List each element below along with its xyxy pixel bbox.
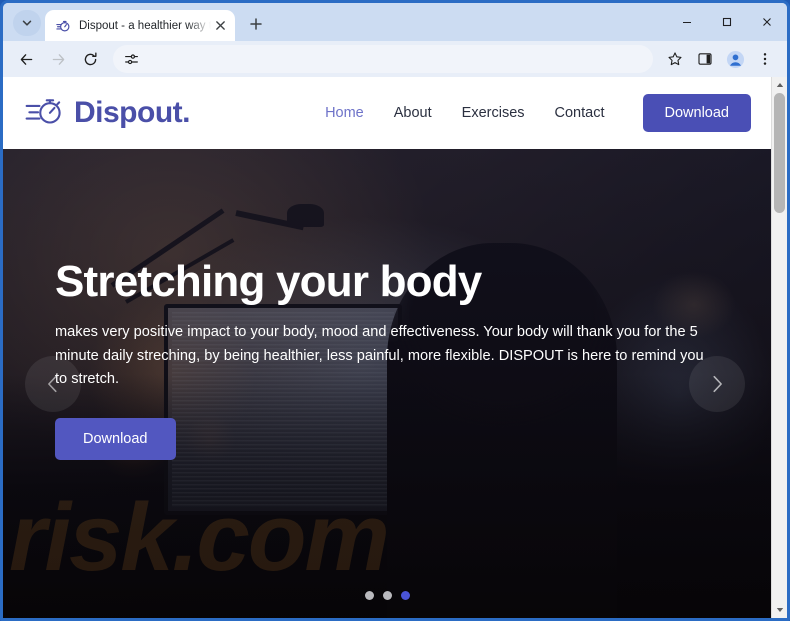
- browser-tab[interactable]: Dispout - a healthier way to wo: [45, 10, 235, 41]
- window-controls: [667, 3, 787, 41]
- scrollbar-track[interactable]: [772, 93, 787, 602]
- window-minimize-icon[interactable]: [667, 4, 707, 40]
- carousel-dots: [3, 591, 771, 600]
- browser-window: Dispout - a healthier way to wo: [0, 0, 790, 621]
- tab-title: Dispout - a healthier way to wo: [79, 19, 211, 32]
- hero-paragraph: makes very positive impact to your body,…: [55, 324, 704, 388]
- carousel-prev-chevron-left-icon[interactable]: [25, 355, 81, 412]
- tune-icon[interactable]: [119, 47, 143, 71]
- tab-strip: Dispout - a healthier way to wo: [3, 3, 787, 41]
- window-close-icon[interactable]: [747, 4, 787, 40]
- address-bar-input[interactable]: [143, 52, 647, 66]
- hero-copy: Stretching your body makes very positive…: [55, 257, 711, 461]
- logo-stopwatch-icon: [23, 94, 65, 133]
- tab-search-chevron-down-icon[interactable]: [13, 10, 41, 36]
- profile-avatar-icon[interactable]: [721, 45, 749, 73]
- hero-carousel: risk.com Stretching your body makes very…: [3, 149, 771, 618]
- scrollbar-thumb[interactable]: [774, 93, 785, 213]
- carousel-dot-1[interactable]: [364, 591, 374, 600]
- nav-item-exercises[interactable]: Exercises: [462, 105, 525, 121]
- web-page: Dispout. Home About Exercises Contact Do…: [3, 77, 771, 618]
- site-header: Dispout. Home About Exercises Contact Do…: [3, 77, 771, 149]
- new-tab-plus-icon[interactable]: [243, 11, 269, 37]
- header-download-button[interactable]: Download: [642, 94, 751, 132]
- carousel-next-chevron-right-icon[interactable]: [689, 355, 745, 412]
- hero-download-button[interactable]: Download: [55, 418, 176, 461]
- nav-item-home[interactable]: Home: [325, 105, 364, 121]
- address-bar[interactable]: [113, 45, 653, 73]
- back-arrow-icon[interactable]: [11, 44, 41, 74]
- three-dot-menu-icon[interactable]: [751, 45, 779, 73]
- site-logo[interactable]: Dispout.: [23, 94, 191, 133]
- nav-item-contact[interactable]: Contact: [555, 105, 605, 121]
- browser-toolbar: [3, 41, 787, 77]
- stock-photo-watermark: risk.com: [9, 484, 390, 591]
- forward-arrow-icon[interactable]: [43, 44, 73, 74]
- tab-close-icon[interactable]: [211, 17, 229, 35]
- carousel-dot-2[interactable]: [382, 591, 392, 600]
- scroll-down-arrow-icon[interactable]: [772, 602, 787, 618]
- carousel-dot-3[interactable]: [400, 591, 410, 600]
- page-viewport: Dispout. Home About Exercises Contact Do…: [3, 77, 787, 618]
- tab-favicon-stopwatch-icon: [55, 18, 71, 34]
- logo-wordmark: Dispout.: [74, 96, 191, 129]
- nav-item-about[interactable]: About: [394, 105, 432, 121]
- reload-icon[interactable]: [75, 44, 105, 74]
- window-maximize-icon[interactable]: [707, 4, 747, 40]
- site-nav: Home About Exercises Contact Download: [325, 94, 751, 132]
- page-scrollbar[interactable]: [771, 77, 787, 618]
- bookmark-star-icon[interactable]: [661, 45, 689, 73]
- hero-title: Stretching your body: [55, 257, 482, 306]
- scroll-up-arrow-icon[interactable]: [772, 77, 787, 93]
- side-panel-icon[interactable]: [691, 45, 719, 73]
